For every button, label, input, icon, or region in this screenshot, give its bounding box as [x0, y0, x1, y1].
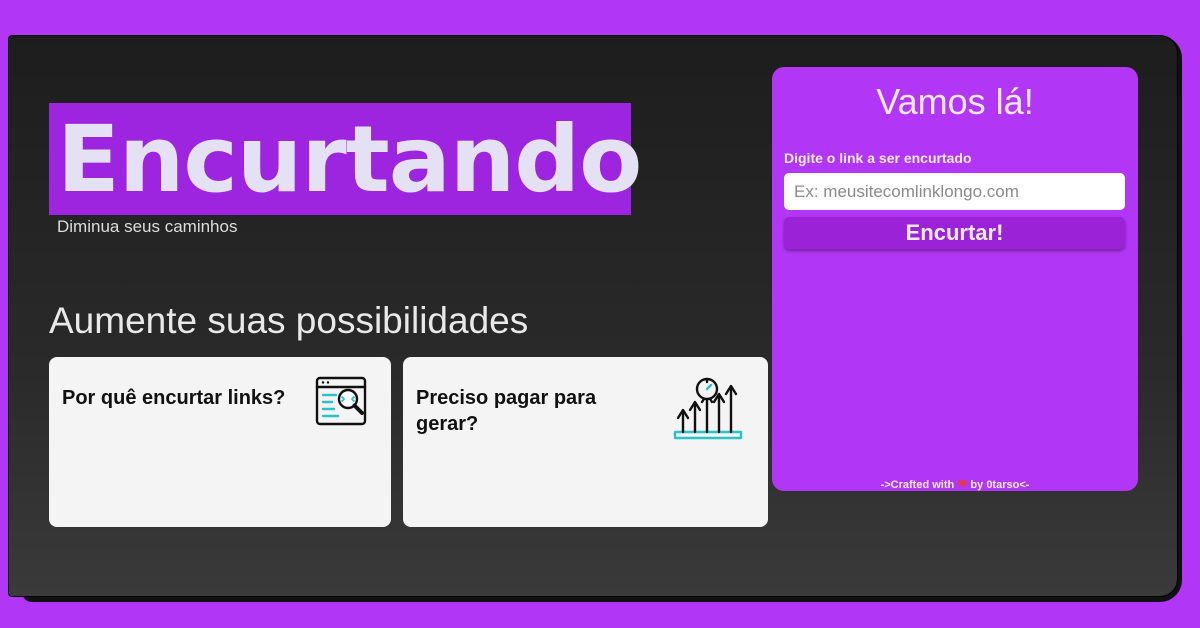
shorten-button[interactable]: Encurtar! — [784, 217, 1125, 249]
feature-card-why-shorten[interactable]: Por quê encurtar links? — [49, 357, 391, 527]
credit-prefix: ->Crafted with — [880, 479, 955, 491]
heart-icon: ❤ — [957, 477, 968, 491]
feature-card-pricing[interactable]: Preciso pagar para gerar? — [403, 357, 768, 527]
footer-credit: ->Crafted with ❤ by 0tarso<- — [772, 477, 1138, 491]
url-field-label: Digite o link a ser encurtado — [784, 150, 972, 166]
brand-title: Encurtando — [57, 106, 642, 213]
credit-suffix: by 0tarso<- — [970, 479, 1030, 491]
section-title: Aumente suas possibilidades — [49, 300, 529, 341]
feature-card-title: Por quê encurtar links? — [62, 387, 286, 409]
url-input[interactable] — [784, 173, 1125, 210]
growth-chart-icon — [673, 375, 745, 450]
panel-title: Vamos lá! — [876, 81, 1034, 122]
shortener-panel: Vamos lá! Digite o link a ser encurtado … — [772, 67, 1138, 491]
code-search-icon — [314, 375, 370, 432]
feature-card-title: Preciso pagar para gerar? — [416, 387, 597, 435]
brand-subtitle: Diminua seus caminhos — [57, 217, 238, 236]
